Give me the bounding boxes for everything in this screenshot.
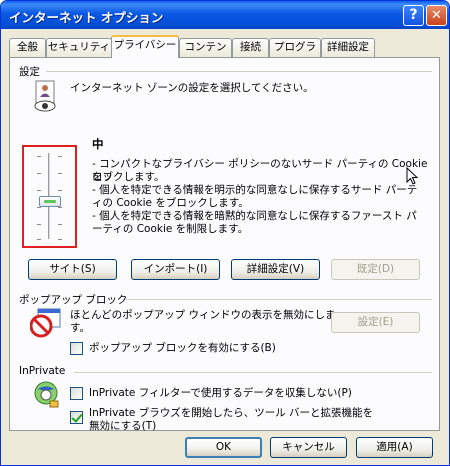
privacy-level-name: 中 [92, 137, 104, 151]
popup-blocker-icon [30, 308, 61, 338]
inprivate-divider [74, 372, 432, 373]
inprivate-filter-checkbox[interactable] [70, 387, 83, 400]
popup-divider [125, 299, 432, 300]
mouse-cursor-icon [406, 167, 419, 185]
level-description-line: ーティの Cookie を制限します。 [92, 223, 249, 235]
slider-tick [58, 190, 62, 191]
popup-group-label: ポップアップ ブロック [19, 294, 128, 306]
slider-tick [58, 224, 62, 225]
level-description-line: - 個人を特定できる情報を明示的な同意なしに保存するサード パーテ [92, 184, 418, 196]
slider-tick [58, 207, 62, 208]
popup-settings-button[interactable]: 設定(E) [331, 312, 420, 333]
sites-button[interactable]: サイト(S) [28, 259, 117, 280]
level-description-line: ィの Cookie をブロックします。 [92, 197, 249, 209]
inprivate-toolbars-checkbox-label[interactable]: 無効にする(T) [89, 420, 156, 433]
dialog-client: 全般 セキュリティ プライバシー コンテンツ 接続 プログラム 詳細設定 設定 … [4, 29, 446, 463]
inprivate-group-label: InPrivate [19, 365, 66, 377]
advanced-settings-button[interactable]: 詳細設定(V) [231, 259, 320, 280]
title-bar[interactable]: インターネット オプション ? ✕ [1, 1, 449, 29]
ok-button[interactable]: OK [185, 437, 262, 458]
slider-tick [58, 156, 62, 157]
settings-group-label: 設定 [19, 66, 40, 78]
tab-advanced[interactable]: 詳細設定 [321, 38, 375, 57]
cancel-button[interactable]: キャンセル [270, 437, 347, 458]
inprivate-toolbars-checkbox[interactable] [70, 411, 83, 424]
slider-tick [37, 156, 41, 157]
inprivate-filter-checkbox-label[interactable]: InPrivate フィルターで使用するデータを収集しない(P) [89, 387, 352, 400]
tab-general[interactable]: 全般 [9, 38, 46, 57]
tab-connections[interactable]: 接続 [232, 38, 269, 57]
zone-instruction-text: インターネット ゾーンの設定を選択してください。 [70, 82, 314, 94]
help-button[interactable]: ? [403, 5, 424, 26]
privacy-zone-icon [34, 80, 56, 112]
slider-thumb[interactable] [39, 196, 61, 207]
level-description-line: - 個人を特定できる情報を暗黙的な同意なしに保存するファースト パ [92, 210, 417, 222]
tab-security[interactable]: セキュリティ [46, 38, 112, 57]
inprivate-icon [34, 381, 59, 408]
inprivate-toolbars-checkbox-label[interactable]: InPrivate ブラウズを開始したら、ツール バーと拡張機能を [89, 407, 373, 420]
privacy-level-slider[interactable] [22, 145, 77, 248]
import-button[interactable]: インポート(I) [131, 259, 220, 280]
popup-block-checkbox-label[interactable]: ポップアップ ブロックを有効にする(B) [89, 342, 276, 355]
slider-tick [58, 239, 62, 240]
slider-tick [37, 224, 41, 225]
slider-tick [37, 207, 41, 208]
close-button[interactable]: ✕ [426, 5, 447, 26]
popup-block-checkbox[interactable] [70, 342, 83, 355]
level-description-line: ロックします。 [92, 171, 165, 183]
default-button[interactable]: 既定(D) [331, 259, 420, 280]
settings-divider [46, 71, 432, 72]
apply-button[interactable]: 適用(A) [356, 437, 433, 458]
slider-tick [37, 190, 41, 191]
tab-content[interactable]: コンテンツ [179, 38, 232, 70]
internet-options-dialog: インターネット オプション ? ✕ 全般 セキュリティ プライバシー コンテンツ… [0, 0, 450, 466]
privacy-panel: 設定 インターネット ゾーンの設定を選択してください。 中 - コンパクトなプラ… [9, 57, 440, 433]
slider-tick [37, 239, 41, 240]
tab-programs[interactable]: プログラム [269, 38, 321, 70]
tab-privacy[interactable]: プライバシー [111, 35, 179, 58]
popup-description-line: ほとんどのポップアップ ウィンドウの表示を無効にしま [70, 309, 336, 321]
slider-tick [37, 173, 41, 174]
slider-tick [58, 173, 62, 174]
popup-description-line: す。 [70, 322, 90, 334]
window-title: インターネット オプション [9, 10, 164, 25]
